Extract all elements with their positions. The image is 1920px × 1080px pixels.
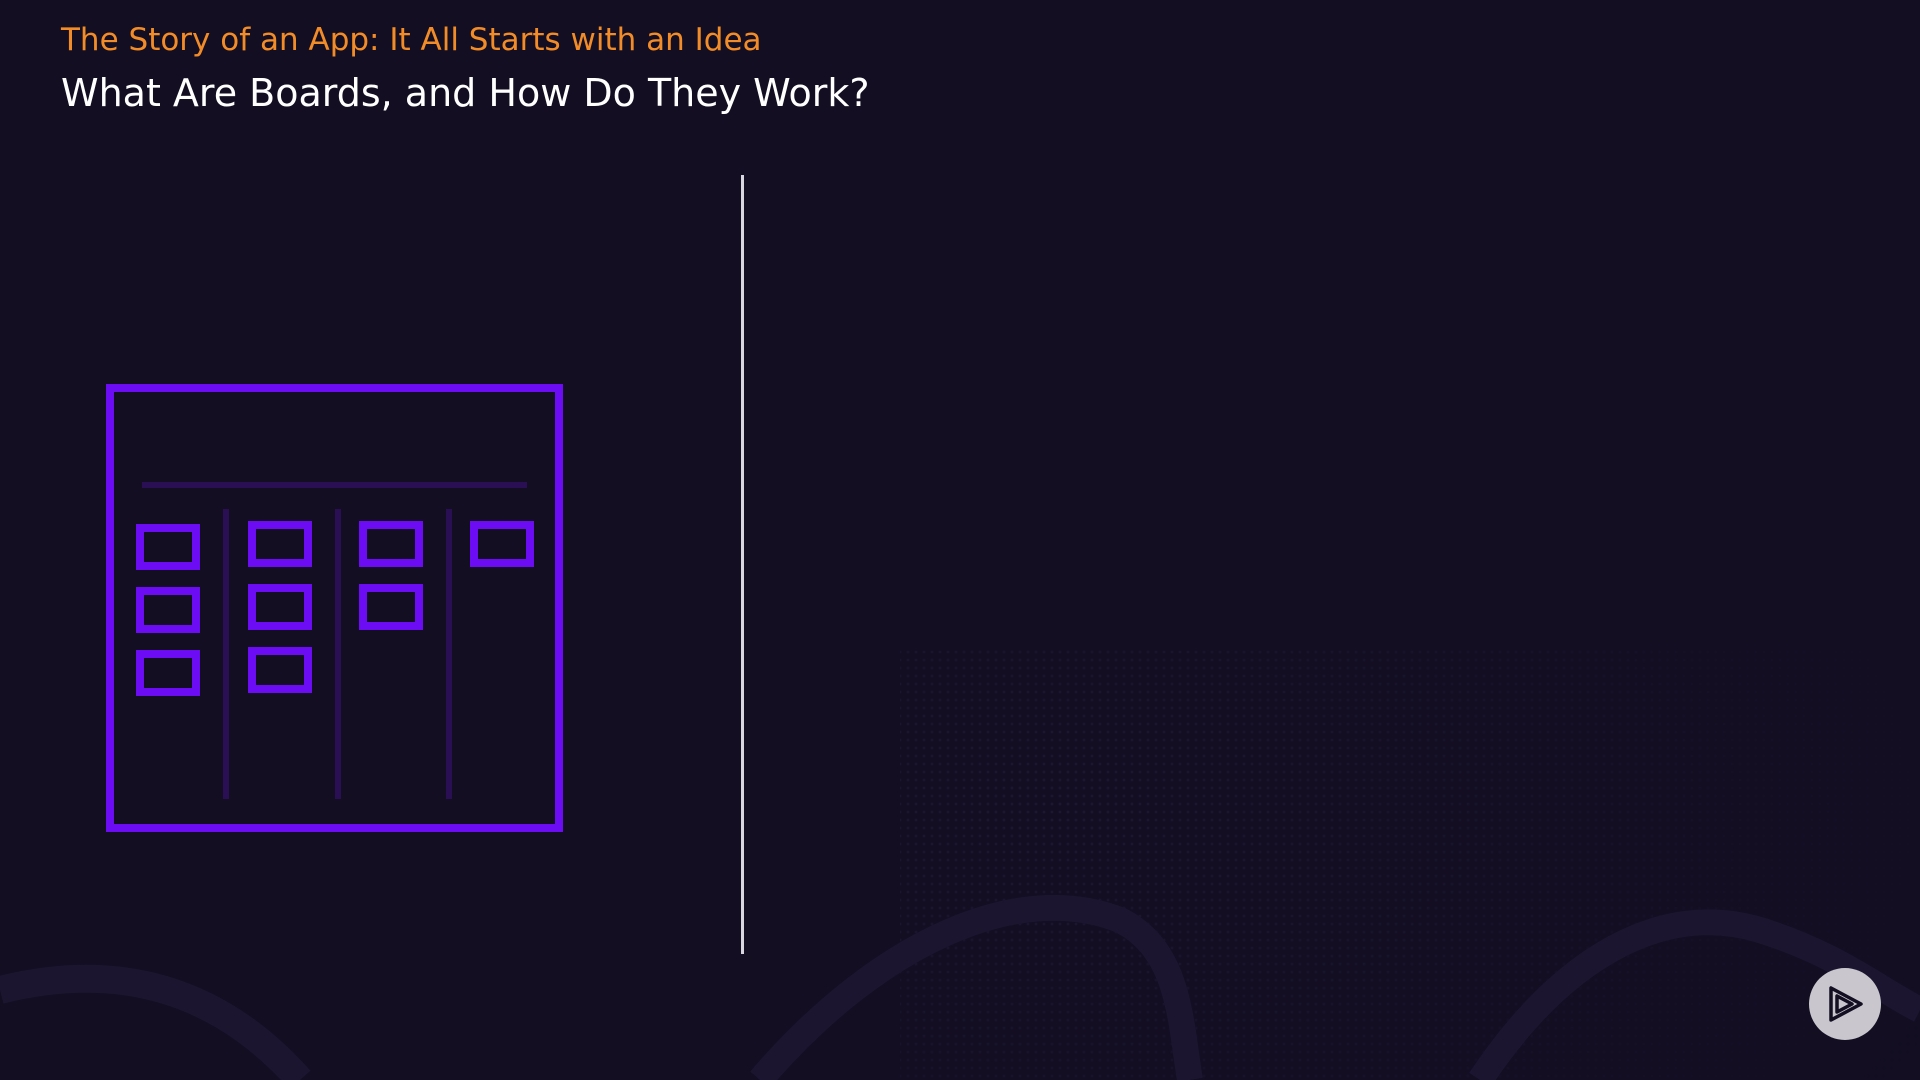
pluralsight-play-icon — [1829, 986, 1863, 1022]
vertical-divider — [741, 175, 744, 954]
board-card — [470, 521, 534, 567]
board-card — [359, 521, 423, 567]
board-card — [248, 647, 312, 693]
course-title: The Story of an App: It All Starts with … — [61, 22, 762, 58]
board-card — [359, 584, 423, 630]
board-card — [136, 650, 200, 696]
pluralsight-logo-button[interactable] — [1809, 968, 1881, 1040]
slide: The Story of an App: It All Starts with … — [0, 0, 1920, 1080]
board-frame — [106, 384, 563, 832]
content-panel — [790, 175, 1870, 875]
kanban-board-icon — [106, 384, 563, 832]
board-card — [136, 524, 200, 570]
board-card — [136, 587, 200, 633]
clip-title: What Are Boards, and How Do They Work? — [61, 71, 870, 115]
board-card — [248, 584, 312, 630]
board-card — [248, 521, 312, 567]
